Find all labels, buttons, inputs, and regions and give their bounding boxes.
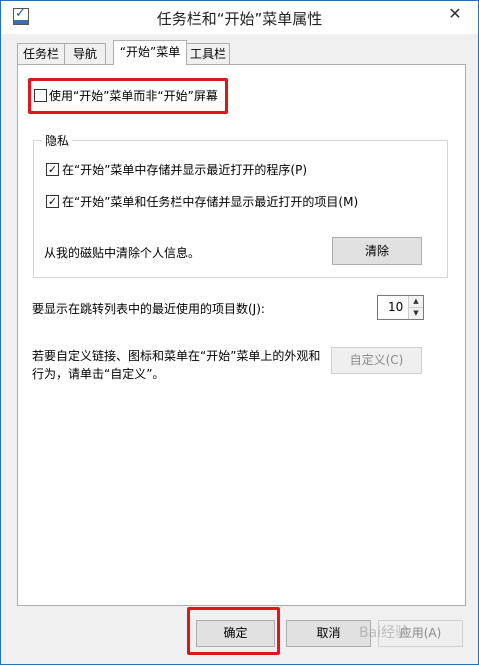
privacy-group: 隐私 ✓ 在“开始”菜单中存储并显示最近打开的程序(P) ✓ 在“开始”菜单和任… (33, 132, 448, 278)
spin-down-icon[interactable]: ▼ (408, 308, 423, 319)
store-items-checkbox[interactable]: ✓ (46, 195, 59, 208)
jumplist-count-value[interactable]: 10 (388, 300, 403, 314)
store-items-label[interactable]: 在“开始”菜单和任务栏中存储并显示最近打开的项目(M) (62, 193, 358, 210)
store-programs-label[interactable]: 在“开始”菜单中存储并显示最近打开的程序(P) (62, 161, 307, 178)
customize-text-line2: 行为，请单击“自定义”。 (32, 367, 165, 381)
clear-tiles-text: 从我的磁贴中清除个人信息。 (44, 246, 201, 260)
tab-navigation[interactable]: 导航 (64, 43, 106, 64)
spin-up-icon[interactable]: ▲ (408, 296, 423, 308)
close-icon[interactable]: ✕ (432, 1, 478, 29)
watermark: Bai经验 (359, 625, 410, 641)
clear-button[interactable]: 清除 (332, 237, 422, 265)
customize-button[interactable]: 自定义(C) (331, 347, 422, 374)
jumplist-count-spinner[interactable]: 10 ▲ ▼ (377, 295, 424, 320)
tab-start-menu[interactable]: “开始”菜单 (113, 40, 187, 65)
properties-dialog: ✓ 任务栏和“开始”菜单属性 ✕ 任务栏 导航 “开始”菜单 工具栏 使用“开始… (0, 0, 479, 665)
start-menu-panel: 使用“开始”菜单而非“开始”屏幕 隐私 ✓ 在“开始”菜单中存储并显示最近打开的… (17, 64, 466, 606)
customize-text-line1: 若要自定义链接、图标和菜单在“开始”菜单上的外观和 (32, 349, 321, 363)
privacy-group-title: 隐私 (42, 132, 73, 149)
window-title: 任务栏和“开始”菜单属性 (156, 10, 323, 28)
tab-toolbars[interactable]: 工具栏 (186, 43, 230, 64)
highlight-box-ok (187, 607, 280, 655)
jumplist-count-label: 要显示在跳转列表中的最近使用的项目数(J): (32, 302, 265, 316)
highlight-box-start-screen (28, 78, 228, 114)
title-bar[interactable]: ✓ 任务栏和“开始”菜单属性 ✕ (1, 1, 478, 34)
tab-taskbar[interactable]: 任务栏 (17, 43, 65, 64)
store-programs-checkbox[interactable]: ✓ (46, 163, 59, 176)
